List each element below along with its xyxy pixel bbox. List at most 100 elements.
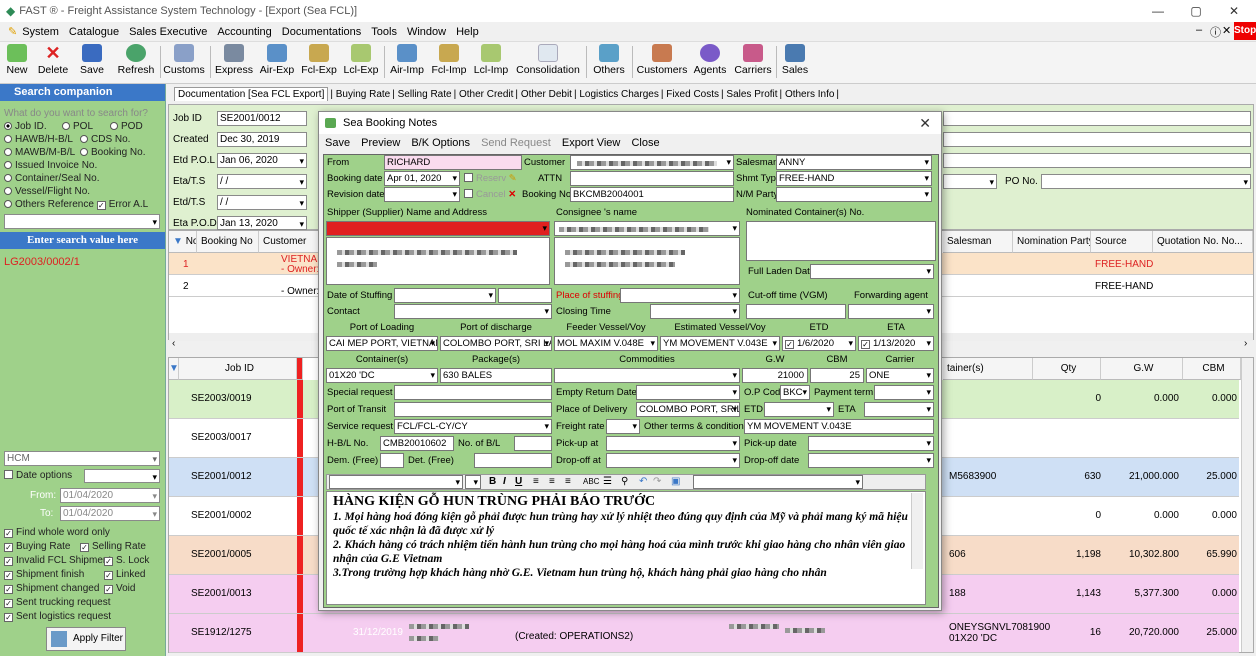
lcl-exp-button[interactable]: Lcl-Exp — [340, 44, 382, 82]
to-date-input[interactable]: 01/04/2020 — [60, 506, 160, 521]
pod-field[interactable]: COLOMBO PORT, SRI LA — [440, 336, 552, 351]
other-terms-field[interactable]: YM MOVEMENT V.043E — [744, 419, 934, 434]
dem-free-field[interactable] — [380, 453, 404, 468]
date-options-check[interactable]: Date options — [4, 470, 72, 481]
find-icon[interactable]: ⚲ — [621, 475, 628, 489]
style-select[interactable] — [693, 475, 863, 489]
menu-accounting[interactable]: Accounting — [212, 26, 276, 38]
form-right-field-1[interactable] — [943, 111, 1251, 126]
minimize-icon[interactable]: — — [1140, 0, 1176, 22]
list-icon[interactable]: ☰ — [603, 475, 612, 489]
empty-return-field[interactable] — [636, 385, 740, 400]
form-right-select[interactable] — [943, 174, 997, 189]
check-shipment-finish[interactable]: ✓ Shipment finish — [4, 569, 84, 580]
consignee-address-box[interactable] — [554, 237, 740, 285]
customs-button[interactable]: Customs — [162, 44, 206, 82]
option-container[interactable]: Container/Seal No. — [4, 173, 100, 184]
from-date-input[interactable]: 01/04/2020 — [60, 488, 160, 503]
option-invoice[interactable]: Issued Invoice No. — [4, 160, 97, 171]
dialog-menu-send-request[interactable]: Send Request — [481, 137, 551, 149]
col-customer[interactable]: Customer — [259, 231, 319, 253]
col-qty[interactable]: Qty — [1033, 358, 1101, 380]
col-cbm[interactable]: CBM — [1183, 358, 1241, 380]
redo-icon[interactable]: ↷ — [653, 475, 661, 489]
no-bl-field[interactable] — [514, 436, 552, 451]
feeder-field[interactable]: MOL MAXIM V.048E — [554, 336, 658, 351]
sales-button[interactable]: Sales — [778, 44, 812, 82]
search-value-input[interactable]: LG2003/0002/1 — [4, 256, 80, 268]
place-delivery-field[interactable]: COLOMBO PORT, SRIL — [636, 402, 740, 417]
check-linked[interactable]: ✓ Linked — [104, 569, 145, 580]
carrier-field[interactable]: ONE — [866, 368, 934, 383]
tab-sales-profit[interactable]: Sales Profit — [726, 89, 777, 100]
grid2-filter-icon[interactable]: ▼ — [169, 358, 179, 380]
spellcheck-icon[interactable]: ABC — [583, 475, 599, 489]
tab-other-credit[interactable]: Other Credit — [459, 89, 513, 100]
shmt-type-field[interactable]: FREE-HAND — [776, 171, 932, 186]
delete-button[interactable]: ✕ Delete — [32, 44, 74, 82]
undo-icon[interactable]: ↶ — [639, 475, 647, 489]
created-field[interactable]: Dec 30, 2019 — [217, 132, 307, 147]
mdi-close-icon[interactable]: ✕ — [1222, 24, 1231, 37]
attn-field[interactable] — [570, 171, 734, 186]
booking-date-field[interactable]: Apr 01, 2020 — [384, 171, 460, 186]
full-laden-field[interactable] — [810, 264, 934, 279]
check-s-lock[interactable]: ✓ S. Lock — [104, 555, 149, 566]
app-menu-icon[interactable]: ✎ — [8, 25, 17, 38]
close-icon[interactable]: ✕ — [1216, 0, 1252, 22]
tab-others-info[interactable]: Others Info — [785, 89, 834, 100]
eta-field[interactable]: ✓ 1/13/2020 — [858, 336, 934, 351]
express-button[interactable]: Express — [214, 44, 254, 82]
tab-fixed-costs[interactable]: Fixed Costs — [666, 89, 719, 100]
check-logistics-request[interactable]: ✓ Sent logistics request — [4, 611, 111, 622]
etd2-field[interactable] — [764, 402, 834, 417]
po-no-field[interactable] — [1041, 174, 1251, 189]
date-stuffing-field[interactable] — [394, 288, 496, 303]
air-imp-button[interactable]: Air-Imp — [386, 44, 428, 82]
font-select[interactable] — [329, 475, 463, 489]
italic-icon[interactable]: I — [503, 475, 506, 489]
tab-selling-rate[interactable]: Selling Rate — [398, 89, 452, 100]
underline-icon[interactable]: U — [515, 475, 522, 489]
save-notes-icon[interactable]: ▣ — [671, 475, 680, 489]
place-stuffing-field[interactable] — [620, 288, 740, 303]
check-shipment-changed[interactable]: ✓ Shipment changed — [4, 583, 99, 594]
col-containers[interactable]: tainer(s) — [943, 358, 1033, 380]
revision-date-field[interactable] — [384, 187, 460, 202]
others-button[interactable]: Others — [590, 44, 628, 82]
check-invalid-fcl[interactable]: ✓ Invalid FCL Shipment — [4, 555, 111, 566]
shipper-address-box[interactable] — [326, 237, 550, 285]
dropoff-field[interactable] — [606, 453, 740, 468]
col-job-id[interactable]: Job ID — [179, 358, 297, 380]
col-salesman[interactable]: Salesman — [943, 231, 1013, 253]
col-no[interactable]: ▼ No. — [169, 231, 197, 253]
notes-editor[interactable]: HÀNG KIỆN GỖ HUN TRÙNG PHẢI BÁO TRƯỚC 1.… — [326, 491, 926, 605]
dialog-menu-save[interactable]: Save — [325, 137, 350, 149]
date-options-select[interactable] — [84, 469, 160, 483]
containers-field[interactable]: 01X20 'DC — [326, 368, 438, 383]
etd-pol-field[interactable]: Jan 06, 2020 — [217, 153, 307, 168]
notes-scrollbar[interactable] — [911, 493, 923, 569]
branch-select[interactable]: HCM — [4, 451, 160, 466]
packages-field[interactable]: 630 BALES — [440, 368, 552, 383]
col-quotation-no[interactable]: Quotation No. No... — [1153, 231, 1253, 253]
form-right-field-3[interactable] — [943, 153, 1251, 168]
eta-pod-field[interactable]: Jan 13, 2020 — [217, 216, 307, 230]
booking-no-field[interactable]: BKCMB2004001 — [570, 187, 734, 202]
search-type-select[interactable] — [4, 214, 160, 229]
etd-field[interactable]: ✓ 1/6/2020 — [782, 336, 856, 351]
lcl-imp-button[interactable]: Lcl-Imp — [470, 44, 512, 82]
apply-filter-button[interactable]: Apply Filter — [46, 627, 126, 651]
customer-field[interactable] — [570, 155, 734, 170]
mdi-restore-icon[interactable]: ⓘ — [1210, 24, 1221, 40]
nm-party-field[interactable] — [776, 187, 932, 202]
hbl-field[interactable]: CMB20010602 — [380, 436, 454, 451]
dialog-menu-close[interactable]: Close — [631, 137, 659, 149]
menu-catalogue[interactable]: Catalogue — [64, 26, 124, 38]
bold-icon[interactable]: B — [489, 475, 496, 489]
option-vessel[interactable]: Vessel/Flight No. — [4, 186, 90, 197]
check-whole-word[interactable]: ✓ Find whole word only — [4, 527, 110, 538]
col-gw[interactable]: G.W — [1101, 358, 1183, 380]
tab-buying-rate[interactable]: Buying Rate — [336, 89, 390, 100]
service-request-field[interactable]: FCL/FCL-CY/CY — [394, 419, 552, 434]
